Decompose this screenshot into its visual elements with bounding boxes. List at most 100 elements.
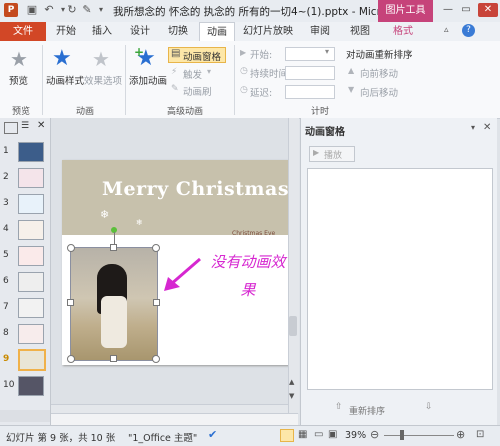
pane-options-icon[interactable]: ▾ <box>471 123 475 132</box>
customize-toolbar-icon[interactable]: ▾ <box>94 3 108 17</box>
move-earlier-button[interactable]: 向前移动 <box>360 66 398 80</box>
slide-thumbnail[interactable] <box>18 220 44 240</box>
slide-thumbnail[interactable] <box>18 168 44 188</box>
slide-sorter-icon[interactable]: ▦ <box>298 429 307 440</box>
animation-styles-star-icon[interactable]: ★ <box>52 46 72 71</box>
resize-handle[interactable] <box>67 244 75 252</box>
next-slide-icon[interactable]: ▼ <box>289 392 294 400</box>
slide-number: 4 <box>3 224 9 234</box>
preview-group-label: 预览 <box>11 107 30 117</box>
play-button[interactable]: ▶ 播放 <box>309 146 355 162</box>
normal-view-icon[interactable] <box>280 429 294 442</box>
ribbon-separator <box>234 45 235 115</box>
save-icon[interactable]: ▣ <box>25 3 39 17</box>
tab-home[interactable]: 开始 <box>50 22 82 41</box>
selected-picture[interactable] <box>70 247 158 361</box>
slide-thumbnail[interactable] <box>18 298 44 318</box>
move-down-icon[interactable]: ⇩ <box>425 402 433 412</box>
animation-painter-button[interactable]: 动画刷 <box>183 84 212 98</box>
tab-file[interactable]: 文件 <box>0 22 46 41</box>
resize-handle[interactable] <box>67 355 75 363</box>
tab-insert[interactable]: 插入 <box>86 22 118 41</box>
resize-handle[interactable] <box>110 244 117 251</box>
ribbon-separator <box>125 45 126 115</box>
trigger-button[interactable]: 触发 <box>183 67 202 81</box>
previous-slide-icon[interactable]: ▲ <box>289 378 294 386</box>
slide-number-selected: 9 <box>3 354 10 364</box>
move-later-button[interactable]: 向后移动 <box>360 85 398 99</box>
spellcheck-icon[interactable]: ✔ <box>208 428 217 441</box>
resize-handle[interactable] <box>110 355 117 362</box>
delay-field[interactable] <box>285 85 335 99</box>
resize-handle[interactable] <box>67 299 74 306</box>
slide-number: 6 <box>3 276 9 286</box>
snowflake-icon: ❄ <box>100 208 110 221</box>
powerpoint-logo-icon[interactable]: P <box>4 3 18 17</box>
format-painter-quick-icon[interactable]: ✎ <box>80 3 94 17</box>
play-icon: ▶ <box>313 148 320 157</box>
slide-number: 1 <box>3 146 9 156</box>
slide-thumbnail-selected[interactable] <box>18 349 46 371</box>
close-pane-icon[interactable]: ✕ <box>37 120 45 131</box>
slide-thumbnail[interactable] <box>18 376 44 396</box>
vertical-scroll-thumb[interactable] <box>289 316 297 336</box>
slides-view-icon[interactable] <box>4 122 18 134</box>
reading-view-icon[interactable]: ▭ <box>314 429 323 440</box>
slide-thumbnail[interactable] <box>18 272 44 292</box>
resize-handle[interactable] <box>152 355 160 363</box>
effect-options-button[interactable]: 效果选项 <box>84 73 122 87</box>
close-animation-pane-icon[interactable]: ✕ <box>483 122 491 133</box>
collapse-ribbon-icon[interactable]: ▵ <box>444 25 449 35</box>
pane-scrollbar[interactable] <box>0 410 50 422</box>
preview-button[interactable]: 预览 <box>9 73 28 87</box>
ribbon-separator <box>42 45 43 115</box>
animation-list[interactable] <box>307 168 493 390</box>
ribbon: ★ 预览 预览 ★ 动画样式 ★ 效果选项 动画 ★ + 添加动画 ▤ 动画窗格… <box>0 41 500 119</box>
animation-styles-button[interactable]: 动画样式 <box>46 73 84 87</box>
move-up-icon[interactable]: ⇧ <box>335 402 343 412</box>
start-dropdown-arrow-icon: ▾ <box>325 47 330 56</box>
tab-review[interactable]: 审阅 <box>304 22 336 41</box>
tab-format[interactable]: 格式 <box>385 22 421 41</box>
help-icon[interactable]: ? <box>462 24 475 37</box>
maximize-icon[interactable]: ▭ <box>458 3 474 17</box>
start-label: 开始: <box>250 50 273 61</box>
zoom-level[interactable]: 39% <box>345 430 366 441</box>
duration-field[interactable] <box>285 66 335 80</box>
fit-to-window-icon[interactable]: ⊡ <box>476 429 484 440</box>
resize-handle[interactable] <box>152 244 160 252</box>
zoom-slider[interactable] <box>384 435 454 436</box>
undo-icon[interactable]: ↶ <box>42 3 56 17</box>
slideshow-view-icon[interactable]: ▣ <box>328 429 337 440</box>
resize-handle[interactable] <box>153 299 160 306</box>
animation-group-label: 动画 <box>75 107 94 117</box>
minimize-icon[interactable]: — <box>440 3 456 17</box>
slide-thumbnail[interactable] <box>18 194 44 214</box>
redo-icon[interactable]: ↻ <box>65 3 79 17</box>
tab-slideshow[interactable]: 幻灯片放映 <box>240 22 296 41</box>
close-icon[interactable]: ✕ <box>478 3 498 17</box>
zoom-in-icon[interactable]: ⊕ <box>456 428 465 441</box>
window-title: 我所想念的 怀念的 执念的 所有的一切4~(1).pptx - Micro... <box>113 6 397 18</box>
vertical-scrollbar[interactable] <box>288 118 299 413</box>
add-animation-button[interactable]: 添加动画 <box>129 73 167 87</box>
theme-name: "1_Office 主题" <box>128 433 198 444</box>
slide-thumbnail[interactable] <box>18 142 44 162</box>
preview-star-icon[interactable]: ★ <box>10 47 28 71</box>
zoom-out-icon[interactable]: ⊖ <box>370 428 379 441</box>
zoom-slider-thumb[interactable] <box>400 430 404 440</box>
slide-count: 幻灯片 第 9 张，共 10 张 <box>6 433 116 444</box>
tab-view[interactable]: 视图 <box>344 22 376 41</box>
slide-thumbnail[interactable] <box>18 246 44 266</box>
animation-pane-button[interactable]: 动画窗格 <box>183 49 221 63</box>
outline-view-icon[interactable]: ☰ <box>21 121 29 131</box>
animation-pane-icon: ▤ <box>171 48 181 59</box>
picture-tools-label: 图片工具 <box>378 0 433 22</box>
tab-animations[interactable]: 动画 <box>199 22 235 43</box>
slide-thumbnail[interactable] <box>18 324 44 344</box>
annotation-text: 没有动画效 果 <box>203 248 293 304</box>
add-plus-icon: + <box>134 45 145 59</box>
tab-design[interactable]: 设计 <box>124 22 156 41</box>
tab-transitions[interactable]: 切换 <box>162 22 194 41</box>
effect-options-star-icon: ★ <box>92 47 110 71</box>
